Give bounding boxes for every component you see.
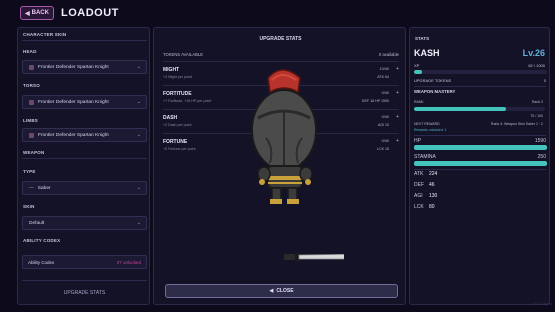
- codex-unlocked-count: 27 unlocked: [116, 259, 141, 265]
- agi-stat: AGI 130: [414, 193, 438, 199]
- weapon-skin-dropdown[interactable]: Default ⌄: [22, 216, 147, 230]
- def-stat: DEF 46: [414, 182, 435, 188]
- torso-label: TORSO: [23, 83, 40, 88]
- chevron-down-icon: ⌄: [136, 220, 141, 226]
- upgrade-tokens-row: UPGRADE TOKENS 0: [414, 78, 546, 83]
- divider: [414, 135, 546, 136]
- torso-dropdown[interactable]: Frontier Defender Spartan Knight ⌄: [22, 95, 147, 109]
- ability-codex-heading: ABILITY CODEX: [23, 238, 61, 243]
- torso-skin-icon: [29, 99, 34, 105]
- divider: [22, 280, 147, 281]
- plus-icon[interactable]: +: [396, 138, 399, 144]
- weapon-type-dropdown[interactable]: — Saber ⌄: [22, 181, 147, 195]
- chevron-down-icon: ⌄: [136, 185, 141, 191]
- chevron-left-icon: ◀: [269, 288, 274, 294]
- divider: [414, 169, 546, 170]
- hp-bar: [414, 145, 547, 150]
- next-reward-label: NEXT REWARD: [414, 122, 440, 126]
- chevron-down-icon: ⌄: [136, 64, 141, 70]
- stats-panel: STATS KASH Lv.26 XP 62 / 1000 UPGRADE TO…: [409, 27, 550, 305]
- saber-icon: —: [29, 185, 34, 191]
- atk-stat: ATK 224: [414, 171, 438, 177]
- plus-icon[interactable]: +: [396, 66, 399, 72]
- rewards-unlocked: Rewards unlocked: 1: [414, 128, 447, 132]
- xp-bar-fill: [414, 70, 423, 74]
- character-skin-heading: CHARACTER SKIN: [23, 32, 67, 37]
- plus-icon[interactable]: +: [396, 114, 399, 120]
- upgrade-stats-button[interactable]: UPGRADE STATS: [18, 290, 151, 296]
- upgrade-stats-panel: UPGRADE STATS TOKENS AVAILABLE 0 availab…: [153, 27, 406, 305]
- head-label: HEAD: [23, 49, 37, 54]
- divider: [22, 158, 147, 159]
- rank-bar: [414, 107, 545, 111]
- upgrade-stats-title: UPGRADE STATS: [259, 36, 302, 42]
- lck-stat: LCK 80: [414, 204, 435, 210]
- close-button[interactable]: ◀ CLOSE: [165, 284, 398, 298]
- xp-label: XP: [414, 63, 420, 68]
- character-sprite: [251, 69, 344, 262]
- chevron-down-icon: ⌄: [136, 132, 141, 138]
- rank-progress: 70 / 100: [530, 114, 543, 118]
- limbs-dropdown[interactable]: Frontier Defender Spartan Knight ⌄: [22, 128, 147, 142]
- rank-value: Rank 2: [531, 100, 543, 104]
- xp-bar: [414, 70, 547, 74]
- player-level: Lv.26: [522, 48, 545, 58]
- next-reward-value: Rank 4: Weapon Skin Saber 1 · 2: [490, 122, 543, 126]
- divider: [414, 86, 546, 87]
- stats-heading: STATS: [415, 36, 430, 41]
- version-label: v0.1.0 alpha: [532, 302, 552, 306]
- head-dropdown[interactable]: Frontier Defender Spartan Knight ⌄: [22, 60, 147, 74]
- head-skin-icon: [29, 64, 34, 70]
- weapon-mastery-heading: WEAPON MASTERY: [414, 89, 456, 94]
- stamina-row: STAMINA 250: [414, 154, 546, 160]
- hp-bar-fill: [414, 145, 547, 150]
- hp-row: HP 1590: [414, 138, 546, 144]
- plus-icon[interactable]: +: [396, 90, 399, 96]
- stamina-bar: [414, 161, 547, 166]
- chevron-down-icon: ⌄: [136, 99, 141, 105]
- limbs-skin-icon: [29, 132, 34, 138]
- skin-label: SKIN: [23, 204, 35, 209]
- chevron-left-icon: ◀: [25, 10, 30, 17]
- back-button[interactable]: ◀ BACK: [20, 6, 54, 20]
- limbs-label: LIMBS: [23, 118, 38, 123]
- weapon-heading: WEAPON: [23, 150, 45, 155]
- rank-bar-fill: [414, 107, 506, 111]
- player-name: KASH: [414, 48, 440, 58]
- type-label: TYPE: [23, 169, 36, 174]
- ability-codex-item[interactable]: Ability Codex 27 unlocked: [22, 255, 147, 269]
- stamina-bar-fill: [414, 161, 547, 166]
- xp-value: 62 / 1000: [528, 63, 545, 68]
- divider: [22, 40, 147, 41]
- page-title: LOADOUT: [61, 7, 119, 19]
- left-panel: CHARACTER SKIN HEAD Frontier Defender Sp…: [17, 27, 150, 305]
- header: ◀ BACK LOADOUT: [0, 0, 555, 26]
- rank-label: RANK: [414, 100, 424, 104]
